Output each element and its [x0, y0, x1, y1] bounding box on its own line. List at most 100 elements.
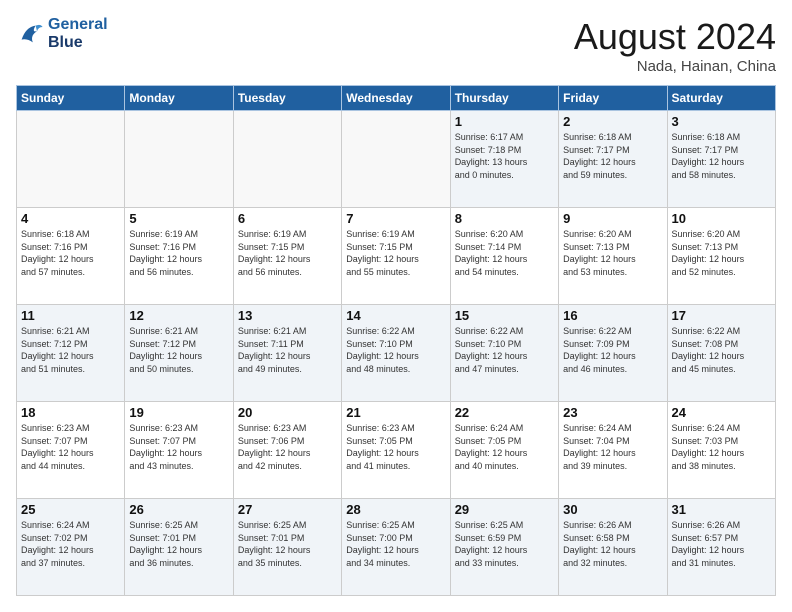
day-number: 28 — [346, 502, 445, 517]
day-info: Sunrise: 6:17 AM Sunset: 7:18 PM Dayligh… — [455, 131, 554, 181]
day-info: Sunrise: 6:18 AM Sunset: 7:16 PM Dayligh… — [21, 228, 120, 278]
calendar-cell: 24Sunrise: 6:24 AM Sunset: 7:03 PM Dayli… — [667, 402, 775, 499]
day-info: Sunrise: 6:22 AM Sunset: 7:10 PM Dayligh… — [455, 325, 554, 375]
day-number: 21 — [346, 405, 445, 420]
day-info: Sunrise: 6:24 AM Sunset: 7:02 PM Dayligh… — [21, 519, 120, 569]
day-number: 27 — [238, 502, 337, 517]
calendar-table: Sunday Monday Tuesday Wednesday Thursday… — [16, 85, 776, 596]
calendar-header-row: Sunday Monday Tuesday Wednesday Thursday… — [17, 86, 776, 111]
day-number: 23 — [563, 405, 662, 420]
calendar-cell: 8Sunrise: 6:20 AM Sunset: 7:14 PM Daylig… — [450, 208, 558, 305]
calendar-week-row-5: 25 Sunrise: 6:24 AM Sunset: 7:02 PM Dayli… — [17, 499, 776, 596]
day-number: 12 — [129, 308, 228, 323]
calendar-cell: 18Sunrise: 6:23 AM Sunset: 7:07 PM Dayli… — [17, 402, 125, 499]
logo: General Blue — [16, 16, 108, 51]
day-info: Sunrise: 6:19 AM Sunset: 7:16 PM Dayligh… — [129, 228, 228, 278]
calendar-week-row-3: 11 Sunrise: 6:21 AM Sunset: 7:12 PM Dayli… — [17, 305, 776, 402]
calendar-cell: 31Sunrise: 6:26 AM Sunset: 6:57 PM Dayli… — [667, 499, 775, 596]
day-info: Sunrise: 6:24 AM Sunset: 7:04 PM Dayligh… — [563, 422, 662, 472]
col-tuesday: Tuesday — [233, 86, 341, 111]
col-sunday: Sunday — [17, 86, 125, 111]
month-title: August 2024 — [574, 16, 776, 58]
col-thursday: Thursday — [450, 86, 558, 111]
calendar-cell: 28 Sunrise: 6:25 AM Sunset: 7:00 PM Dayli… — [342, 499, 450, 596]
day-number: 14 — [346, 308, 445, 323]
header: General Blue August 2024 Nada, Hainan, C… — [16, 16, 776, 75]
day-info: Sunrise: 6:23 AM Sunset: 7:07 PM Dayligh… — [21, 422, 120, 472]
calendar-week-row-2: 4 Sunrise: 6:18 AM Sunset: 7:16 PM Daylig… — [17, 208, 776, 305]
calendar-cell: 11 Sunrise: 6:21 AM Sunset: 7:12 PM Dayli… — [17, 305, 125, 402]
day-info: Sunrise: 6:23 AM Sunset: 7:05 PM Dayligh… — [346, 422, 445, 472]
calendar-cell: 6Sunrise: 6:19 AM Sunset: 7:15 PM Daylig… — [233, 208, 341, 305]
day-info: Sunrise: 6:26 AM Sunset: 6:57 PM Dayligh… — [672, 519, 771, 569]
day-number: 1 — [455, 114, 554, 129]
col-wednesday: Wednesday — [342, 86, 450, 111]
calendar-cell — [233, 111, 341, 208]
logo-icon — [16, 20, 44, 48]
day-info: Sunrise: 6:18 AM Sunset: 7:17 PM Dayligh… — [563, 131, 662, 181]
calendar-cell: 13 Sunrise: 6:21 AM Sunset: 7:11 PM Dayli… — [233, 305, 341, 402]
day-number: 25 — [21, 502, 120, 517]
day-info: Sunrise: 6:25 AM Sunset: 6:59 PM Dayligh… — [455, 519, 554, 569]
calendar-cell: 17Sunrise: 6:22 AM Sunset: 7:08 PM Dayli… — [667, 305, 775, 402]
day-info: Sunrise: 6:20 AM Sunset: 7:13 PM Dayligh… — [672, 228, 771, 278]
calendar-cell: 22 Sunrise: 6:24 AM Sunset: 7:05 PM Dayli… — [450, 402, 558, 499]
day-number: 30 — [563, 502, 662, 517]
calendar-cell — [17, 111, 125, 208]
day-info: Sunrise: 6:21 AM Sunset: 7:12 PM Dayligh… — [21, 325, 120, 375]
day-number: 29 — [455, 502, 554, 517]
day-info: Sunrise: 6:26 AM Sunset: 6:58 PM Dayligh… — [563, 519, 662, 569]
calendar-week-row-4: 18Sunrise: 6:23 AM Sunset: 7:07 PM Dayli… — [17, 402, 776, 499]
day-number: 8 — [455, 211, 554, 226]
calendar-cell: 27 Sunrise: 6:25 AM Sunset: 7:01 PM Dayli… — [233, 499, 341, 596]
day-number: 22 — [455, 405, 554, 420]
day-info: Sunrise: 6:20 AM Sunset: 7:13 PM Dayligh… — [563, 228, 662, 278]
day-number: 10 — [672, 211, 771, 226]
day-number: 13 — [238, 308, 337, 323]
calendar-cell: 26 Sunrise: 6:25 AM Sunset: 7:01 PM Dayli… — [125, 499, 233, 596]
day-number: 9 — [563, 211, 662, 226]
calendar-cell: 4 Sunrise: 6:18 AM Sunset: 7:16 PM Daylig… — [17, 208, 125, 305]
day-info: Sunrise: 6:21 AM Sunset: 7:12 PM Dayligh… — [129, 325, 228, 375]
day-number: 26 — [129, 502, 228, 517]
day-info: Sunrise: 6:22 AM Sunset: 7:08 PM Dayligh… — [672, 325, 771, 375]
day-info: Sunrise: 6:25 AM Sunset: 7:01 PM Dayligh… — [129, 519, 228, 569]
calendar-cell: 9 Sunrise: 6:20 AM Sunset: 7:13 PM Daylig… — [559, 208, 667, 305]
day-info: Sunrise: 6:18 AM Sunset: 7:17 PM Dayligh… — [672, 131, 771, 181]
calendar-cell: 23 Sunrise: 6:24 AM Sunset: 7:04 PM Dayli… — [559, 402, 667, 499]
day-info: Sunrise: 6:25 AM Sunset: 7:00 PM Dayligh… — [346, 519, 445, 569]
calendar-cell: 29 Sunrise: 6:25 AM Sunset: 6:59 PM Dayli… — [450, 499, 558, 596]
title-block: August 2024 Nada, Hainan, China — [574, 16, 776, 75]
col-monday: Monday — [125, 86, 233, 111]
page: General Blue August 2024 Nada, Hainan, C… — [0, 0, 792, 612]
calendar-cell: 5 Sunrise: 6:19 AM Sunset: 7:16 PM Daylig… — [125, 208, 233, 305]
day-info: Sunrise: 6:24 AM Sunset: 7:05 PM Dayligh… — [455, 422, 554, 472]
calendar-cell: 14 Sunrise: 6:22 AM Sunset: 7:10 PM Dayli… — [342, 305, 450, 402]
day-info: Sunrise: 6:23 AM Sunset: 7:06 PM Dayligh… — [238, 422, 337, 472]
calendar-cell: 20Sunrise: 6:23 AM Sunset: 7:06 PM Dayli… — [233, 402, 341, 499]
day-number: 4 — [21, 211, 120, 226]
logo-text: General Blue — [48, 16, 108, 51]
day-info: Sunrise: 6:22 AM Sunset: 7:10 PM Dayligh… — [346, 325, 445, 375]
day-number: 11 — [21, 308, 120, 323]
day-number: 5 — [129, 211, 228, 226]
calendar-cell: 1 Sunrise: 6:17 AM Sunset: 7:18 PM Daylig… — [450, 111, 558, 208]
day-number: 15 — [455, 308, 554, 323]
calendar-cell: 25 Sunrise: 6:24 AM Sunset: 7:02 PM Dayli… — [17, 499, 125, 596]
calendar-cell: 19 Sunrise: 6:23 AM Sunset: 7:07 PM Dayli… — [125, 402, 233, 499]
col-saturday: Saturday — [667, 86, 775, 111]
day-info: Sunrise: 6:25 AM Sunset: 7:01 PM Dayligh… — [238, 519, 337, 569]
day-info: Sunrise: 6:24 AM Sunset: 7:03 PM Dayligh… — [672, 422, 771, 472]
calendar-cell: 21 Sunrise: 6:23 AM Sunset: 7:05 PM Dayli… — [342, 402, 450, 499]
day-info: Sunrise: 6:19 AM Sunset: 7:15 PM Dayligh… — [346, 228, 445, 278]
day-number: 16 — [563, 308, 662, 323]
day-info: Sunrise: 6:23 AM Sunset: 7:07 PM Dayligh… — [129, 422, 228, 472]
calendar-cell: 16Sunrise: 6:22 AM Sunset: 7:09 PM Dayli… — [559, 305, 667, 402]
day-info: Sunrise: 6:19 AM Sunset: 7:15 PM Dayligh… — [238, 228, 337, 278]
calendar-cell — [125, 111, 233, 208]
day-number: 7 — [346, 211, 445, 226]
calendar-cell: 12 Sunrise: 6:21 AM Sunset: 7:12 PM Dayli… — [125, 305, 233, 402]
calendar-cell: 15 Sunrise: 6:22 AM Sunset: 7:10 PM Dayli… — [450, 305, 558, 402]
day-number: 19 — [129, 405, 228, 420]
day-info: Sunrise: 6:21 AM Sunset: 7:11 PM Dayligh… — [238, 325, 337, 375]
